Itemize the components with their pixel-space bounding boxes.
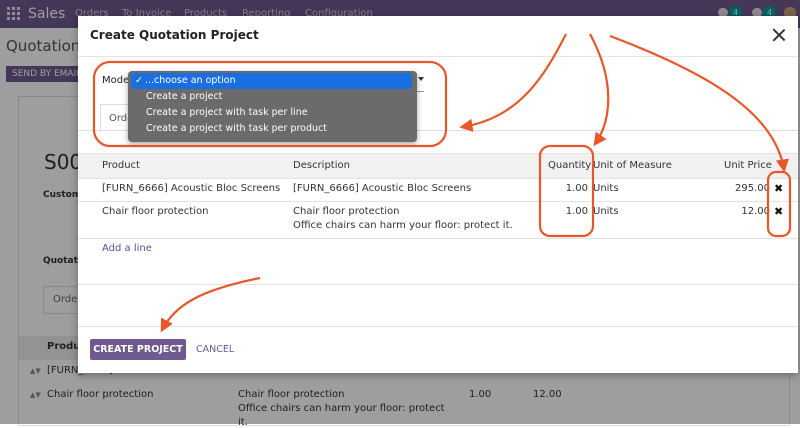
- line-unit-price[interactable]: 295.00: [718, 183, 770, 194]
- mode-option-choose[interactable]: ✓ ...choose an option: [131, 73, 412, 89]
- col-product[interactable]: Product: [102, 160, 140, 171]
- line-description[interactable]: [FURN_6666] Acoustic Bloc Screens: [293, 183, 471, 194]
- check-icon: ✓: [135, 75, 143, 86]
- line-quantity[interactable]: 1.00: [540, 206, 588, 217]
- col-quantity[interactable]: Quantity: [548, 160, 591, 171]
- dialog-header: Create Quotation Project: [78, 16, 798, 57]
- dialog-title: Create Quotation Project: [90, 28, 259, 42]
- line-product[interactable]: [FURN_6666] Acoustic Bloc Screens: [102, 183, 280, 194]
- line-product[interactable]: Chair floor protection: [102, 206, 208, 217]
- col-unit-price[interactable]: Unit Price: [724, 160, 772, 171]
- create-project-button[interactable]: CREATE PROJECT: [90, 339, 186, 360]
- cancel-button[interactable]: CANCEL: [196, 339, 234, 360]
- mode-option-create-project[interactable]: Create a project: [131, 89, 412, 105]
- line-uom[interactable]: Units: [593, 206, 619, 217]
- lines-table-header: Product Description Quantity Unit of Mea…: [78, 153, 798, 179]
- col-unit-of-measure[interactable]: Unit of Measure: [593, 160, 672, 171]
- line-quantity[interactable]: 1.00: [540, 183, 588, 194]
- table-row[interactable]: [FURN_6666] Acoustic Bloc Screens [FURN_…: [78, 178, 798, 202]
- line-description-note[interactable]: Office chairs can harm your floor: prote…: [293, 220, 513, 231]
- mode-label: Mode: [102, 75, 130, 86]
- line-uom[interactable]: Units: [593, 183, 619, 194]
- col-description[interactable]: Description: [293, 160, 350, 171]
- table-row[interactable]: Chair floor protection Chair floor prote…: [78, 202, 798, 239]
- line-unit-price[interactable]: 12.00: [718, 206, 770, 217]
- dialog-footer-divider: [78, 326, 798, 327]
- create-quotation-project-dialog: Create Quotation Project Mode Orde ✓ ...c…: [78, 16, 798, 373]
- add-line-link[interactable]: Add a line: [102, 243, 152, 254]
- delete-line-icon[interactable]: ✖: [774, 182, 783, 195]
- delete-line-icon[interactable]: ✖: [774, 205, 783, 218]
- mode-option-task-per-product[interactable]: Create a project with task per product: [131, 121, 412, 137]
- mode-option-task-per-line[interactable]: Create a project with task per line: [131, 105, 412, 121]
- mode-option-label: ...choose an option: [144, 75, 236, 86]
- line-description[interactable]: Chair floor protection: [293, 206, 399, 217]
- close-icon[interactable]: [772, 28, 786, 42]
- chevron-down-icon[interactable]: [418, 77, 424, 81]
- mode-dropdown-menu: ✓ ...choose an option Create a project Cr…: [128, 71, 417, 142]
- empty-row: [78, 261, 798, 285]
